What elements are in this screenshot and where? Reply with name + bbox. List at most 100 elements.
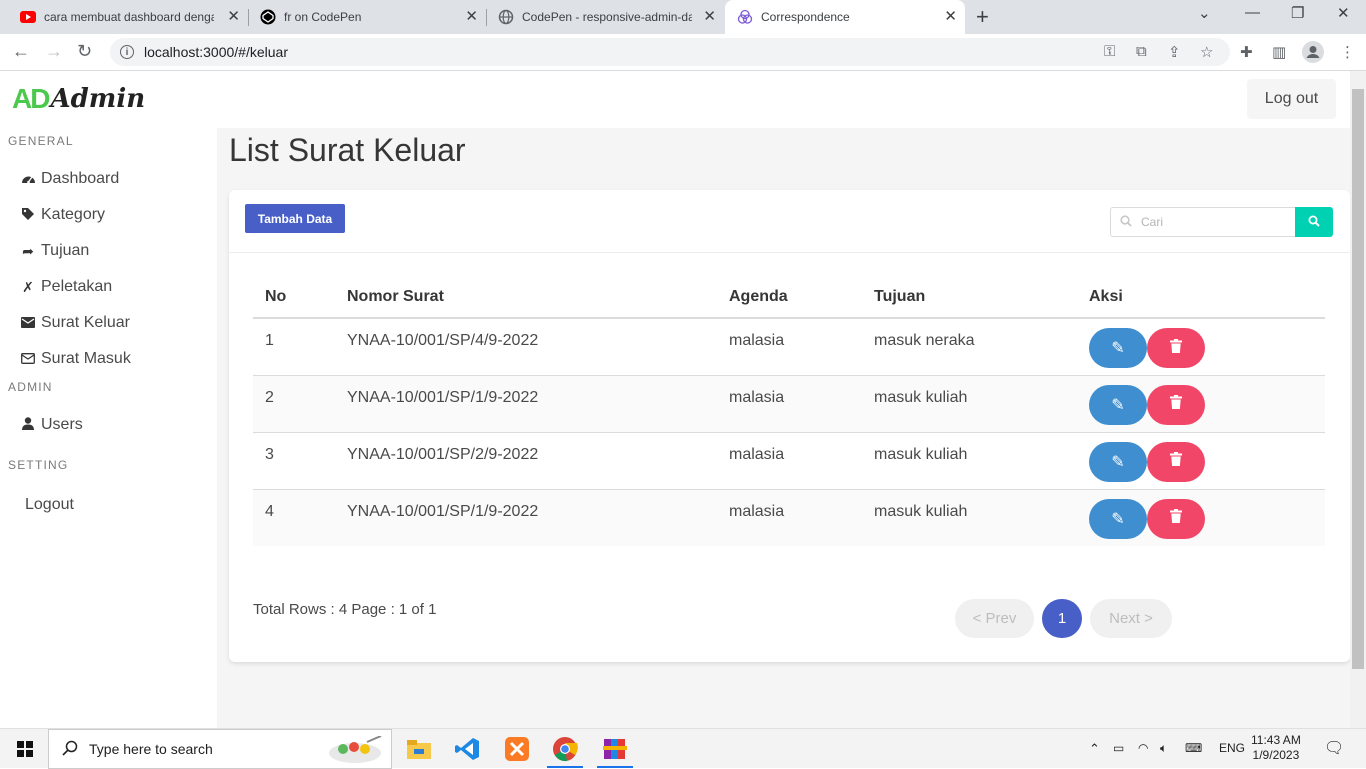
scrollbar-thumb[interactable]	[1352, 89, 1364, 669]
bookmark-star-icon[interactable]: ☆	[1200, 43, 1213, 61]
search-icon	[1120, 215, 1132, 230]
taskbar-search-input[interactable]: Type here to search	[48, 729, 392, 769]
close-tab-icon[interactable]: ✕	[227, 9, 240, 25]
xing-icon: ✗	[22, 278, 34, 295]
logout-button[interactable]: Log out	[1247, 79, 1336, 119]
side-panel-icon[interactable]: ▥	[1272, 43, 1286, 61]
cell-aksi: ✎	[1077, 318, 1325, 376]
new-tab-icon[interactable]: +	[976, 4, 989, 30]
cell-no: 2	[253, 375, 335, 433]
edit-button[interactable]: ✎	[1089, 498, 1147, 539]
minimize-icon[interactable]: —	[1245, 4, 1260, 21]
info-icon[interactable]: i	[120, 45, 134, 59]
search-button[interactable]	[1295, 207, 1333, 237]
notifications-icon[interactable]: 🗨︎	[1324, 738, 1344, 758]
system-clock[interactable]: 11:43 AM 1/9/2023	[1251, 733, 1301, 763]
vscode-icon[interactable]	[453, 735, 481, 763]
cell-no: 1	[253, 318, 335, 376]
column-header: Tujuan	[862, 285, 1077, 319]
address-bar[interactable]: i localhost:3000/#/keluar	[110, 38, 1230, 66]
user-icon	[20, 417, 36, 433]
column-header: Nomor Surat	[335, 285, 717, 319]
sidebar-item-tujuan[interactable]: ➦ Tujuan	[20, 242, 89, 260]
table-row: 4 YNAA-10/001/SP/1/9-2022 malasia masuk …	[253, 489, 1325, 546]
next-page-button[interactable]: Next >	[1090, 599, 1172, 638]
cell-tujuan: masuk neraka	[862, 318, 1077, 376]
delete-button[interactable]	[1147, 441, 1205, 482]
sidebar-item-users[interactable]: Users	[20, 416, 83, 434]
cell-nomor-surat: YNAA-10/001/SP/1/9-2022	[335, 489, 717, 546]
delete-button[interactable]	[1147, 384, 1205, 425]
cell-agenda: malasia	[717, 489, 862, 546]
windows-start-icon[interactable]	[17, 741, 33, 757]
surat-table: No Nomor Surat Agenda Tujuan Aksi 1 YNAA…	[253, 285, 1325, 546]
cell-tujuan: masuk kuliah	[862, 432, 1077, 490]
share-icon[interactable]: ⇪	[1168, 43, 1181, 61]
sidebar-item-kategory[interactable]: Kategory	[20, 206, 105, 224]
wifi-icon[interactable]: ◠	[1138, 741, 1148, 755]
edit-button[interactable]: ✎	[1089, 384, 1147, 425]
search-icon	[1308, 215, 1320, 230]
app-logo[interactable]: AD Admin	[12, 83, 145, 115]
browser-tab[interactable]: cara membuat dashboard dengan ✕	[8, 0, 248, 34]
language-indicator[interactable]: ENG	[1219, 741, 1245, 755]
close-tab-icon[interactable]: ✕	[703, 9, 716, 25]
show-hidden-icons-icon[interactable]: ⌃	[1089, 741, 1100, 757]
sidebar-item-logout[interactable]: Logout	[25, 496, 74, 514]
page-1-button[interactable]: 1	[1042, 599, 1082, 638]
cell-tujuan: masuk kuliah	[862, 375, 1077, 433]
sidebar-item-surat-keluar[interactable]: Surat Keluar	[20, 314, 130, 332]
menu-label-general: GENERAL	[8, 134, 74, 148]
sidebar-item-surat-masuk[interactable]: Surat Masuk	[20, 350, 131, 368]
translate-icon[interactable]: ⧉	[1136, 43, 1147, 60]
keyboard-icon[interactable]: ⌨	[1185, 741, 1202, 755]
file-explorer-icon[interactable]	[405, 735, 433, 763]
envelope-icon	[20, 315, 36, 331]
edit-button[interactable]: ✎	[1089, 328, 1147, 368]
close-tab-icon[interactable]: ✕	[944, 9, 957, 25]
surat-keluar-card: Tambah Data Cari No Nomor Surat Agenda T…	[229, 190, 1350, 662]
edit-button[interactable]: ✎	[1089, 441, 1147, 482]
menu-label-setting: SETTING	[8, 458, 69, 472]
key-icon[interactable]: ⚿	[1104, 43, 1115, 60]
trash-icon	[1170, 452, 1182, 471]
close-tab-icon[interactable]: ✕	[465, 9, 478, 25]
page-title: List Surat Keluar	[229, 132, 466, 168]
youtube-icon	[20, 9, 36, 25]
forward-arrow-icon[interactable]: →	[45, 41, 63, 62]
add-data-button[interactable]: Tambah Data	[245, 204, 345, 233]
total-rows-text: Total Rows : 4 Page : 1 of 1	[253, 601, 437, 618]
search-icon	[62, 740, 78, 761]
delete-button[interactable]	[1147, 498, 1205, 539]
tab-search-chevron-icon[interactable]: ⌄	[1198, 4, 1211, 22]
battery-icon[interactable]: ▭	[1113, 741, 1124, 755]
restore-icon[interactable]: ❐	[1291, 4, 1304, 22]
page-scrollbar[interactable]	[1350, 71, 1366, 728]
kebab-menu-icon[interactable]: ⋮	[1340, 43, 1355, 61]
delete-button[interactable]	[1147, 328, 1205, 368]
chrome-icon[interactable]	[551, 735, 579, 763]
share-icon: ➦	[22, 242, 34, 259]
cell-aksi: ✎	[1077, 432, 1325, 490]
main-content: List Surat Keluar Tambah Data Cari No No…	[217, 128, 1350, 728]
menu-label-admin: ADMIN	[8, 380, 53, 394]
reload-icon[interactable]: ↻	[77, 41, 92, 62]
back-arrow-icon[interactable]: ←	[12, 41, 30, 62]
browser-tab[interactable]: fr on CodePen ✕	[248, 0, 486, 34]
sidebar-item-dashboard[interactable]: Dashboard	[20, 170, 119, 188]
close-window-icon[interactable]: ✕	[1337, 4, 1350, 22]
xampp-icon[interactable]	[503, 735, 531, 763]
sidebar-item-peletakan[interactable]: ✗ Peletakan	[20, 278, 112, 296]
search-input[interactable]: Cari	[1110, 207, 1296, 237]
profile-avatar-icon[interactable]	[1302, 41, 1324, 67]
prev-page-button[interactable]: < Prev	[955, 599, 1034, 638]
column-header: No	[253, 285, 335, 319]
pencil-icon: ✎	[1111, 453, 1125, 471]
extensions-icon[interactable]: ✚	[1240, 43, 1253, 61]
winrar-icon[interactable]	[601, 735, 629, 763]
browser-tab-active[interactable]: Correspondence ✕	[725, 0, 965, 34]
pencil-icon: ✎	[1111, 340, 1125, 357]
trash-icon	[1170, 395, 1182, 414]
browser-tab[interactable]: CodePen - responsive-admin-das ✕	[486, 0, 724, 34]
volume-icon[interactable]: 🔈︎	[1160, 741, 1167, 756]
